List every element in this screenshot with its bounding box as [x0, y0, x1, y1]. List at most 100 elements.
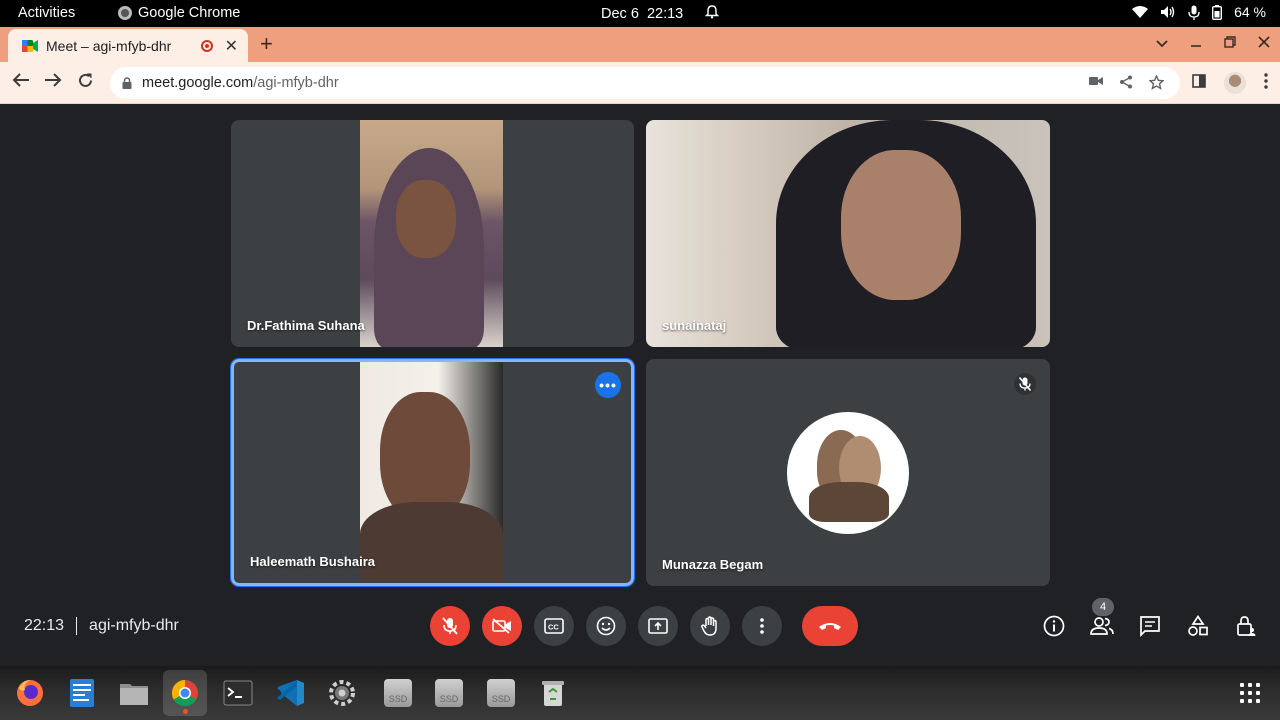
muted-mic-icon	[1014, 373, 1036, 395]
text-editor-icon[interactable]	[65, 676, 99, 710]
app-menu[interactable]: Google Chrome	[118, 5, 240, 21]
browser-toolbar: meet.google.com/agi-mfyb-dhr	[0, 62, 1280, 104]
raise-hand-button[interactable]	[690, 606, 730, 646]
meeting-info: 22:13 agi-mfyb-dhr	[24, 617, 179, 635]
tab-title: Meet – agi-mfyb-dhr	[46, 37, 172, 54]
disk-drive-icon[interactable]: SSD	[484, 676, 518, 710]
forward-arrow-icon[interactable]	[44, 72, 62, 93]
window-controls	[1156, 35, 1270, 52]
people-button[interactable]: 4	[1090, 598, 1114, 638]
show-applications-icon[interactable]	[1240, 683, 1260, 703]
hand-icon	[701, 616, 717, 636]
participant-tile-active[interactable]: ••• Haleemath Bushaira	[230, 358, 635, 587]
tab-meet[interactable]: Meet – agi-mfyb-dhr ✕	[8, 29, 248, 62]
lock-person-icon	[1237, 616, 1256, 636]
side-controls: 4	[1042, 598, 1258, 638]
url-path: /agi-mfyb-dhr	[253, 75, 339, 91]
people-icon	[1090, 617, 1114, 635]
tab-strip: Meet – agi-mfyb-dhr ✕ +	[0, 27, 1280, 62]
center-controls: CC	[430, 606, 858, 646]
recording-indicator-icon	[200, 39, 213, 52]
captions-icon: CC	[544, 618, 564, 634]
battery-icon	[1212, 4, 1223, 20]
side-panel-icon[interactable]	[1192, 73, 1206, 93]
participant-name: Munazza Begam	[662, 557, 764, 572]
info-icon	[1043, 615, 1065, 637]
chrome-icon[interactable]	[163, 670, 207, 716]
shapes-icon	[1188, 615, 1208, 636]
reactions-button[interactable]	[586, 606, 626, 646]
files-icon[interactable]	[117, 676, 151, 710]
more-vert-icon	[760, 618, 764, 634]
more-options-button[interactable]	[742, 606, 782, 646]
participant-name: Haleemath Bushaira	[250, 554, 375, 569]
bookmark-star-icon[interactable]	[1148, 74, 1165, 94]
chrome-menu-icon[interactable]	[1264, 72, 1268, 94]
camera-toggle-button[interactable]	[482, 606, 522, 646]
participant-count-badge: 4	[1092, 598, 1114, 616]
tab-close-icon[interactable]: ✕	[225, 36, 238, 56]
leave-call-button[interactable]	[802, 606, 858, 646]
chat-button[interactable]	[1138, 614, 1162, 638]
participant-name: Dr.Fathima Suhana	[247, 318, 365, 333]
vscode-icon[interactable]	[273, 676, 307, 710]
participant-tile[interactable]: sunainataj	[646, 120, 1050, 347]
mic-off-icon	[442, 617, 458, 635]
camera-in-use-icon[interactable]	[1089, 75, 1103, 94]
volume-icon	[1160, 5, 1176, 19]
meet-stage: Dr.Fathima Suhana sunainataj ••• Haleema…	[0, 104, 1280, 666]
host-controls-button[interactable]	[1234, 614, 1258, 638]
disk-drive-icon[interactable]: SSD	[381, 676, 415, 710]
svg-text:CC: CC	[548, 623, 559, 632]
clock-time: 22:13	[646, 6, 684, 22]
more-options-button[interactable]: •••	[595, 372, 621, 398]
lock-icon[interactable]	[122, 77, 132, 89]
participant-avatar	[787, 412, 909, 534]
end-call-icon	[819, 623, 841, 630]
captions-button[interactable]: CC	[534, 606, 574, 646]
emoji-icon	[596, 616, 616, 636]
back-arrow-icon[interactable]	[12, 72, 30, 93]
reload-icon[interactable]	[77, 72, 94, 94]
mic-toggle-button[interactable]	[430, 606, 470, 646]
activities-button[interactable]: Activities	[18, 5, 75, 21]
disk-drive-icon[interactable]: SSD	[432, 676, 466, 710]
battery-percent: 64 %	[1234, 4, 1266, 20]
restore-icon[interactable]	[1224, 35, 1236, 52]
meeting-code[interactable]: agi-mfyb-dhr	[89, 617, 179, 635]
meet-favicon-icon	[22, 39, 38, 53]
terminal-icon[interactable]	[221, 676, 255, 710]
participant-video	[646, 120, 1050, 347]
chrome-icon	[118, 6, 132, 20]
tab-search-chevron-icon[interactable]	[1156, 35, 1168, 52]
meeting-details-button[interactable]	[1042, 614, 1066, 638]
running-indicator	[183, 709, 188, 714]
trash-recycle-icon[interactable]	[536, 676, 570, 710]
close-window-icon[interactable]	[1258, 35, 1270, 52]
clock[interactable]: Dec 6 22:13	[601, 5, 720, 23]
chat-icon	[1140, 616, 1160, 637]
system-tray[interactable]: 64 %	[1132, 4, 1266, 20]
firefox-icon[interactable]	[13, 676, 47, 710]
participant-video	[360, 120, 503, 347]
participant-video	[360, 362, 503, 582]
call-controls-bar: 22:13 agi-mfyb-dhr CC 4	[0, 586, 1280, 666]
url-host: meet.google.com	[142, 75, 254, 91]
participant-tile[interactable]: Munazza Begam	[646, 359, 1050, 586]
share-icon[interactable]	[1119, 75, 1133, 94]
system-top-bar: Activities Google Chrome Dec 6 22:13 64 …	[0, 0, 1280, 27]
meeting-time: 22:13	[24, 617, 65, 634]
notification-bell-icon	[705, 5, 720, 23]
profile-avatar[interactable]	[1224, 72, 1246, 94]
present-icon	[648, 618, 668, 634]
present-screen-button[interactable]	[638, 606, 678, 646]
address-bar[interactable]: meet.google.com/agi-mfyb-dhr	[110, 67, 1180, 99]
participant-name: sunainataj	[662, 318, 727, 333]
new-tab-button[interactable]: +	[260, 33, 273, 55]
minimize-icon[interactable]	[1190, 35, 1202, 52]
camera-off-icon	[492, 618, 511, 634]
activities-button[interactable]	[1186, 614, 1210, 638]
settings-gear-icon[interactable]	[325, 676, 359, 710]
microphone-icon	[1188, 5, 1200, 20]
participant-tile[interactable]: Dr.Fathima Suhana	[231, 120, 634, 347]
